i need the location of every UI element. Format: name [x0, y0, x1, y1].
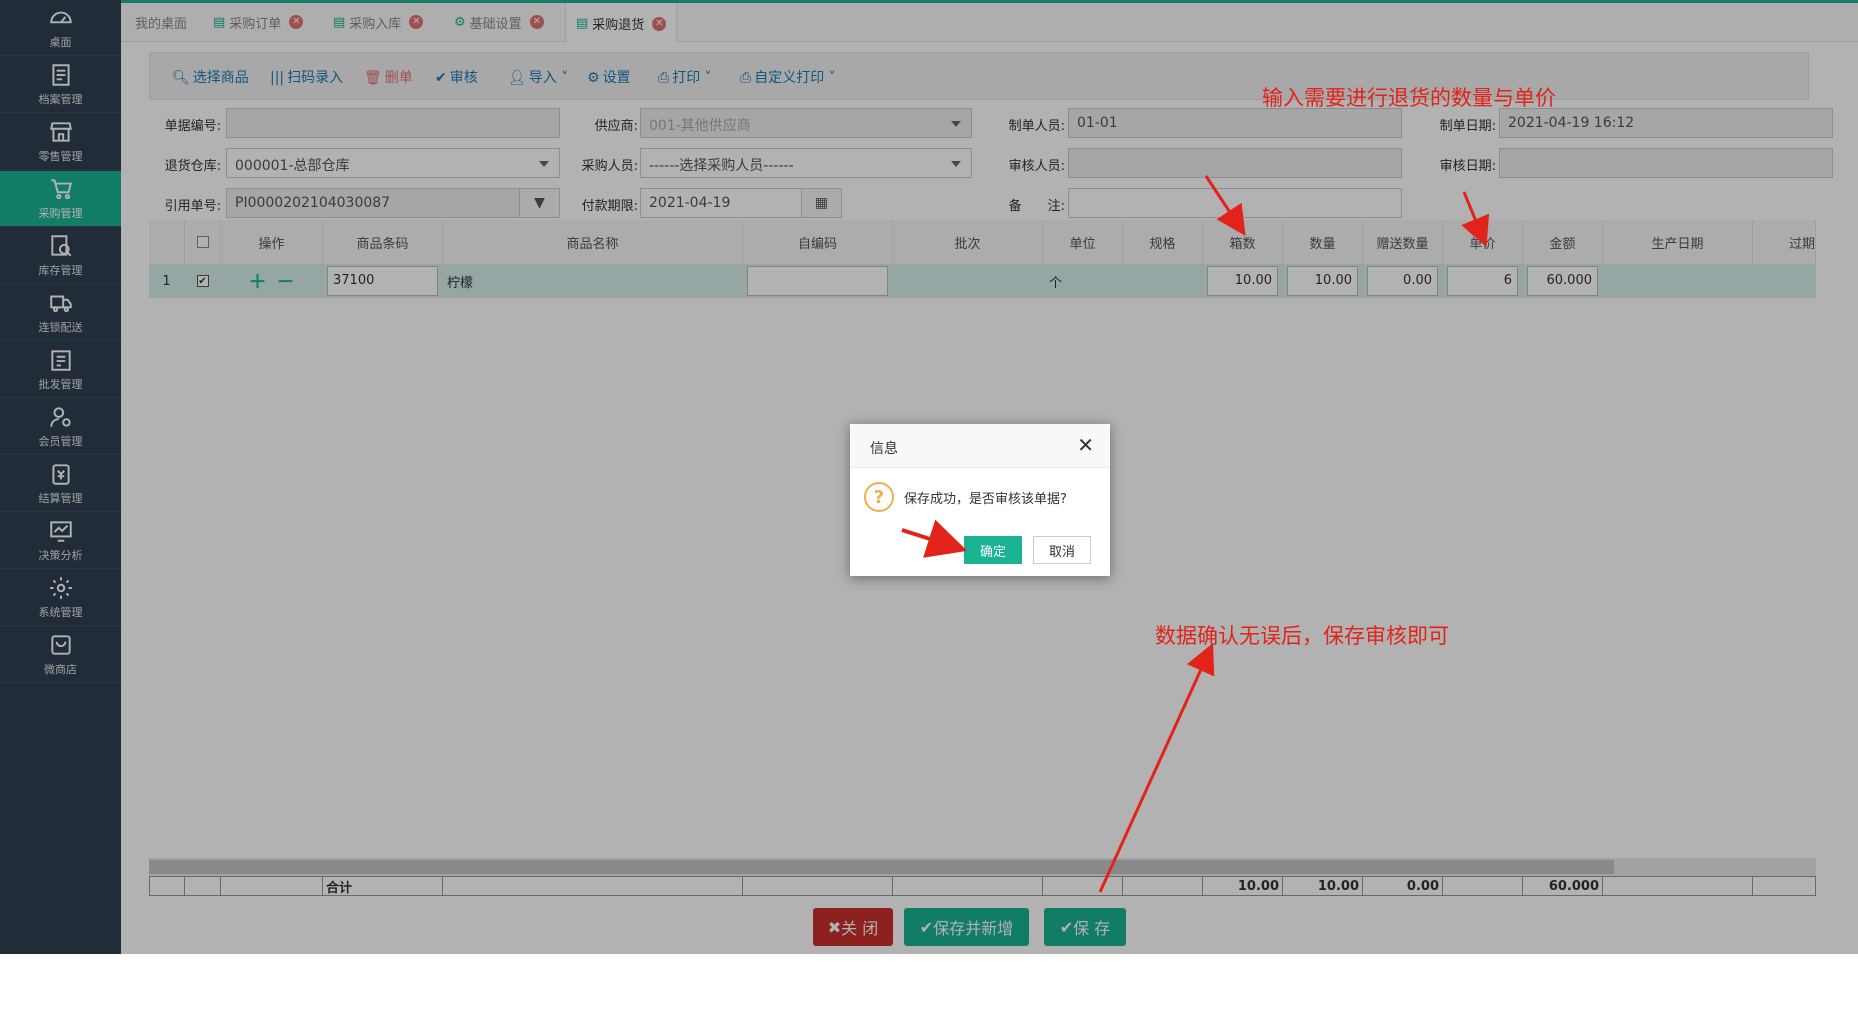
info-dialog: 信息 ✕ ? 保存成功，是否审核该单据? 确定 取消 [850, 424, 1110, 576]
question-icon: ? [864, 482, 894, 512]
dialog-header: 信息 ✕ [850, 424, 1110, 468]
confirm-button[interactable]: 确定 [964, 536, 1022, 564]
dialog-message: 保存成功，是否审核该单据? [904, 491, 1067, 507]
cancel-button[interactable]: 取消 [1033, 536, 1091, 564]
dialog-title: 信息 [870, 441, 898, 457]
annotation-top: 输入需要进行退货的数量与单价 [1262, 86, 1556, 110]
dialog-body: ? 保存成功，是否审核该单据? [864, 482, 1067, 512]
annotation-bottom: 数据确认无误后，保存审核即可 [1155, 624, 1449, 648]
close-icon[interactable]: ✕ [1077, 435, 1094, 455]
